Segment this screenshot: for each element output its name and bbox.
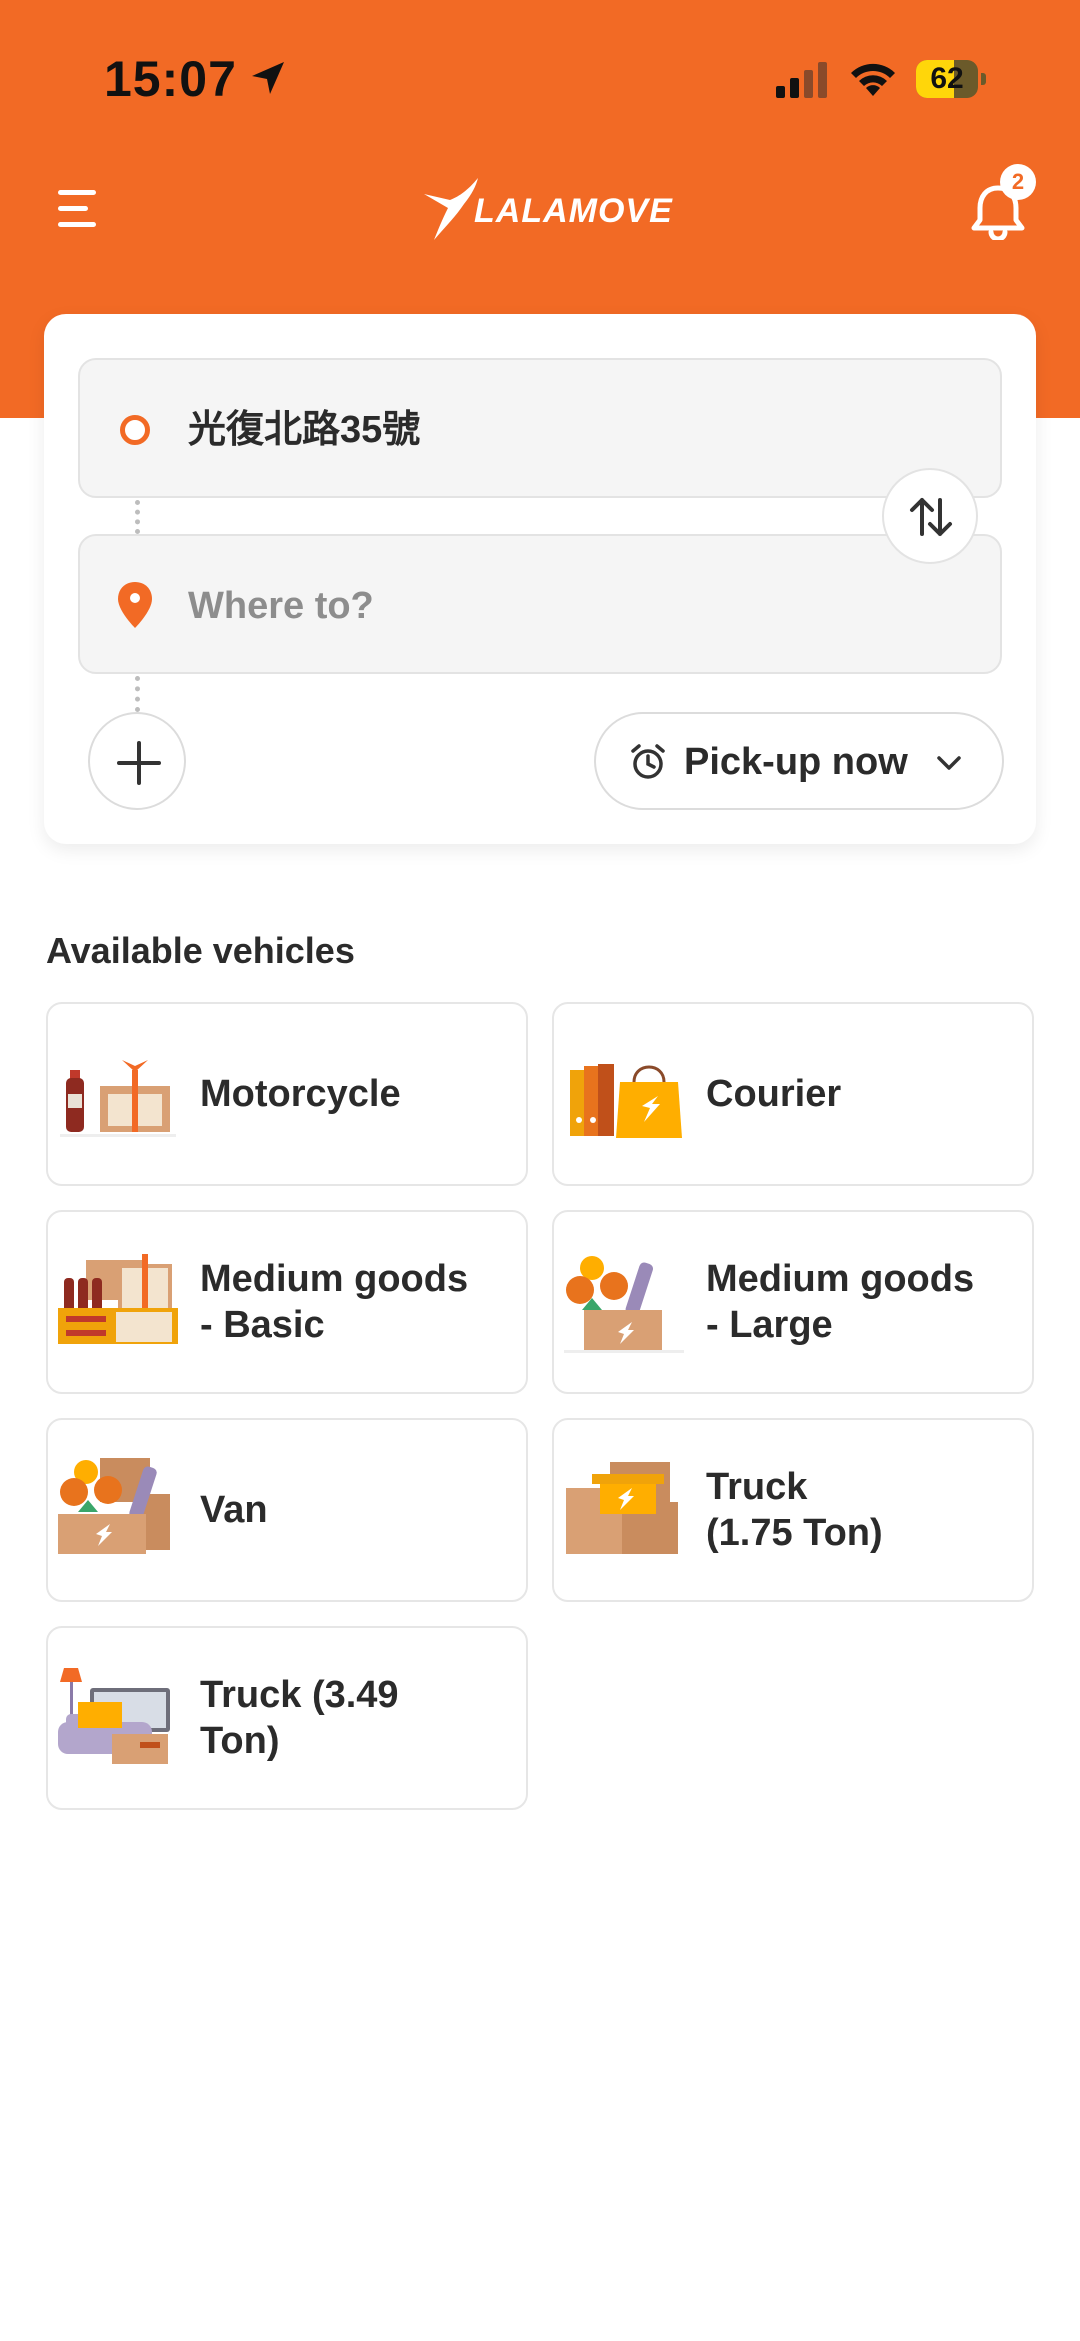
vehicle-name: Medium goods - Basic: [200, 1258, 469, 1346]
medium-goods-basic-illustration-icon: [58, 1254, 178, 1344]
courier-illustration-icon: [570, 1064, 682, 1138]
vehicle-card-truck-3-49-ton[interactable]: Truck (3.49 Ton): [46, 1626, 528, 1810]
vehicle-name: Van: [200, 1489, 268, 1531]
battery-percent: 62: [930, 62, 964, 95]
add-stop-button[interactable]: [88, 712, 186, 810]
vehicle-card-motorcycle[interactable]: Motorcycle: [46, 1002, 528, 1186]
cellular-signal-icon: [776, 62, 827, 98]
alarm-clock-icon: [631, 744, 665, 779]
status-time: 15:07: [104, 51, 237, 107]
chevron-down-icon: [937, 756, 961, 770]
wifi-icon: [851, 63, 895, 96]
pickup-time-selector[interactable]: Pick-up now: [594, 712, 1004, 810]
vehicle-name: Truck (1.75 Ton): [706, 1466, 883, 1554]
battery-indicator: 62: [916, 60, 986, 98]
available-vehicles-title: Available vehicles: [46, 930, 355, 971]
truck-1-75-ton-illustration-icon: [566, 1462, 678, 1554]
vehicle-card-courier[interactable]: Courier: [552, 1002, 1034, 1186]
location-pin-icon: [118, 582, 152, 628]
motorcycle-illustration-icon: [60, 1060, 176, 1137]
swap-arrows-icon: [910, 498, 952, 536]
vehicle-name: Motorcycle: [200, 1073, 401, 1115]
menu-line: [58, 222, 96, 227]
pickup-field[interactable]: 光復北路35號: [78, 358, 1002, 498]
medium-goods-large-illustration-icon: [564, 1256, 684, 1353]
vehicle-card-van[interactable]: Van: [46, 1418, 528, 1602]
route-connector: [135, 676, 140, 712]
route-card: 光復北路35號 Where to? Pick-up now: [44, 314, 1036, 844]
battery-cap: [981, 73, 986, 85]
dropoff-placeholder: Where to?: [188, 585, 374, 627]
pickup-point-icon: [120, 415, 150, 445]
menu-line: [58, 190, 96, 195]
menu-line: [58, 206, 88, 211]
brand-name: LALAMOVE: [474, 192, 673, 230]
van-illustration-icon: [58, 1458, 170, 1554]
vehicle-card-medium-goods-basic[interactable]: Medium goods - Basic: [46, 1210, 528, 1394]
vehicle-name: Courier: [706, 1073, 842, 1115]
plus-icon: [117, 741, 161, 785]
vehicle-card-medium-goods-large[interactable]: Medium goods - Large: [552, 1210, 1034, 1394]
notification-badge: 2: [1000, 164, 1036, 200]
location-arrow-icon: [252, 62, 284, 94]
dropoff-field[interactable]: Where to?: [78, 534, 1002, 674]
menu-button[interactable]: [56, 186, 102, 232]
swap-locations-button[interactable]: [882, 468, 978, 564]
brand-logo: LALAMOVE: [420, 174, 673, 244]
battery-body: 62: [916, 60, 978, 98]
vehicle-name: Truck (3.49 Ton): [200, 1674, 399, 1762]
pickup-time-label: Pick-up now: [684, 741, 908, 783]
truck-3-49-ton-illustration-icon: [58, 1668, 170, 1764]
vehicle-card-truck-1-75-ton[interactable]: Truck (1.75 Ton): [552, 1418, 1034, 1602]
vehicle-name: Medium goods - Large: [706, 1258, 975, 1346]
pickup-address: 光復北路35號: [188, 409, 421, 451]
route-connector: [135, 500, 140, 534]
